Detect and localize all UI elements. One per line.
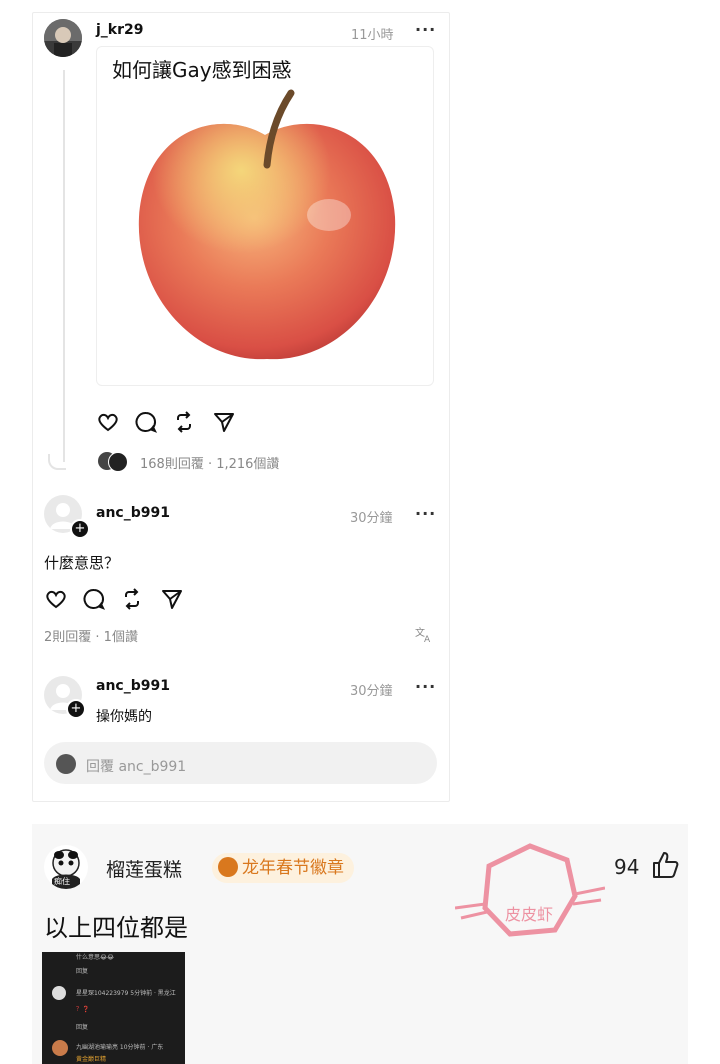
comment2-time: 30分鐘 <box>350 684 393 699</box>
shot-avatar <box>52 986 66 1000</box>
comment1-username[interactable]: anc_b991 <box>96 505 170 521</box>
repost-icon[interactable] <box>172 410 196 434</box>
comment2-more-button[interactable]: ··· <box>415 677 436 696</box>
badge-label: 龙年春节徽章 <box>242 858 344 878</box>
heart-icon[interactable] <box>96 410 120 434</box>
shot-line: 回复 <box>76 1024 89 1031</box>
bottom-username[interactable]: 榴莲蛋糕 <box>106 855 182 882</box>
op-time: 11小時 <box>351 28 394 43</box>
reply-user-avatar <box>56 754 76 774</box>
comment1-actions <box>44 587 194 611</box>
op-more-button[interactable]: ··· <box>415 20 436 39</box>
comment2-username[interactable]: anc_b991 <box>96 678 170 694</box>
follow-plus-icon[interactable]: + <box>70 519 90 539</box>
shot-line: 什么意思😂😂 <box>76 954 115 961</box>
thread-line <box>63 70 65 462</box>
share-icon[interactable] <box>212 410 236 434</box>
follow-plus-icon[interactable]: + <box>66 699 86 719</box>
comment1-time: 30分鐘 <box>350 511 393 526</box>
shot-line: ？❓ <box>76 1006 90 1013</box>
shot-line: 回复 <box>76 968 89 975</box>
post-image[interactable] <box>96 46 434 386</box>
svg-text:A: A <box>424 635 431 643</box>
festival-badge[interactable]: 龙年春节徽章 <box>212 853 354 883</box>
post-caption: 如何讓Gay感到困惑 <box>112 58 292 82</box>
apple-image <box>138 89 396 360</box>
heart-icon[interactable] <box>44 587 68 611</box>
shot-line: 黄金巅巨精 <box>76 1056 107 1063</box>
comment1-text: 什麼意思？ <box>44 554 120 572</box>
reply-placeholder: 回覆 anc_b991 <box>86 759 187 775</box>
translate-icon[interactable]: 文 A <box>415 625 433 643</box>
op-username[interactable]: j_kr29 <box>96 22 144 38</box>
thread-connector <box>48 454 66 470</box>
pipixia-watermark: 皮皮虾 <box>455 843 605 937</box>
comment-icon[interactable] <box>82 587 106 611</box>
post-actions <box>96 410 246 434</box>
tiger-badge-icon <box>218 857 238 877</box>
liker-avatars <box>98 452 128 472</box>
bottom-comment-text: 以上四位都是 <box>44 914 188 942</box>
shot-line: 九幽湖池瑜瑜亮 10分钟前 · 广东 <box>76 1044 164 1051</box>
comment-icon[interactable] <box>134 410 158 434</box>
comment2-text: 操你媽的 <box>96 709 152 725</box>
op-avatar[interactable] <box>44 19 82 57</box>
comment1-stats[interactable]: 2則回覆 · 1個讚 <box>44 626 138 645</box>
repost-icon[interactable] <box>120 587 144 611</box>
comment1-more-button[interactable]: ··· <box>415 504 436 523</box>
watermark-text: 皮皮虾 <box>505 905 553 924</box>
post-stats[interactable]: 168則回覆 · 1,216個讚 <box>140 453 279 472</box>
shot-line: 星星琛10422397​9 5分钟前 · 黑龙江 <box>76 990 176 997</box>
shot-avatar <box>52 1040 68 1056</box>
avatar-caption: 痴住 <box>54 877 70 886</box>
share-icon[interactable] <box>160 587 184 611</box>
attached-screenshot[interactable]: 什么意思😂😂 回复 星星琛10422397​9 5分钟前 · 黑龙江 ？❓ 回复… <box>42 952 185 1064</box>
like-count: 94 <box>614 855 640 879</box>
thumbs-up-icon[interactable] <box>650 850 680 880</box>
